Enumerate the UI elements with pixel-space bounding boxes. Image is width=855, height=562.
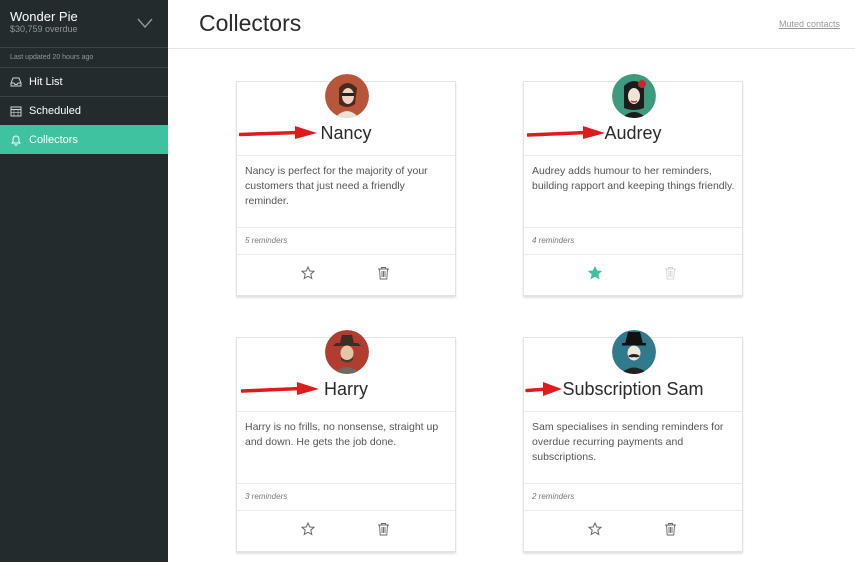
- divider: [524, 411, 742, 412]
- muted-contacts-link[interactable]: Muted contacts: [779, 19, 840, 29]
- avatar-nancy[interactable]: [325, 74, 369, 118]
- divider: [237, 254, 455, 255]
- divider: [524, 155, 742, 156]
- star-icon[interactable]: [301, 266, 315, 280]
- annotation-arrow: [239, 126, 317, 139]
- divider: [237, 510, 455, 511]
- collector-card-harry: Harry Harry is no frills, no nonsense, s…: [236, 330, 456, 552]
- org-name: Wonder Pie: [10, 9, 78, 24]
- reminder-count: 5 reminders: [245, 236, 288, 245]
- avatar-harry[interactable]: [325, 330, 369, 374]
- inbox-icon: [10, 77, 22, 87]
- collector-description: Sam specialises in sending reminders for…: [532, 421, 724, 463]
- divider: [524, 510, 742, 511]
- annotation-arrow: [527, 126, 605, 139]
- collector-description: Harry is no frills, no nonsense, straigh…: [245, 421, 439, 448]
- org-switcher[interactable]: Wonder Pie $30,759 overdue: [0, 0, 168, 48]
- sidebar-item-label: Collectors: [29, 134, 78, 146]
- divider: [237, 227, 455, 228]
- sidebar-item-label: Hit List: [29, 76, 63, 88]
- bell-icon: [10, 135, 22, 146]
- divider: [524, 483, 742, 484]
- annotation-arrow: [525, 382, 562, 396]
- reminder-count: 3 reminders: [245, 492, 288, 501]
- star-icon[interactable]: [588, 522, 602, 536]
- collector-description: Nancy is perfect for the majority of you…: [245, 165, 428, 207]
- page-title: Collectors: [199, 10, 302, 36]
- calendar-icon: [10, 106, 22, 117]
- collector-description: Audrey adds humour to her reminders, bui…: [532, 165, 735, 192]
- trash-icon: [665, 267, 676, 280]
- sidebar-item-label: Scheduled: [29, 105, 81, 117]
- divider: [524, 254, 742, 255]
- divider: [237, 411, 455, 412]
- collector-card-audrey: Audrey Audrey adds humour to her reminde…: [523, 74, 743, 296]
- star-icon[interactable]: [301, 522, 315, 536]
- trash-icon[interactable]: [664, 522, 677, 536]
- page-header: Collectors Muted contacts: [168, 0, 855, 49]
- chevron-down-icon[interactable]: [137, 17, 153, 29]
- avatar-subscription-sam[interactable]: [612, 330, 656, 374]
- trash-icon[interactable]: [377, 522, 390, 536]
- reminder-count: 4 reminders: [532, 236, 575, 245]
- star-filled-icon[interactable]: [588, 266, 602, 280]
- sidebar-item-hit-list[interactable]: Hit List: [0, 67, 168, 96]
- org-overdue-amount: $30,759 overdue: [10, 24, 78, 34]
- avatar-audrey[interactable]: [612, 74, 656, 118]
- divider: [237, 155, 455, 156]
- trash-icon[interactable]: [377, 266, 390, 280]
- reminder-count: 2 reminders: [532, 492, 575, 501]
- sidebar-item-collectors[interactable]: Collectors: [0, 125, 168, 154]
- last-updated-text: Last updated 20 hours ago: [10, 54, 94, 61]
- divider: [524, 227, 742, 228]
- annotation-arrow: [241, 382, 319, 395]
- collector-card-subscription-sam: Subscription Sam Sam specialises in send…: [523, 330, 743, 552]
- sidebar: Wonder Pie $30,759 overdue Last updated …: [0, 0, 168, 562]
- collector-card-nancy: Nancy Nancy is perfect for the majority …: [236, 74, 456, 296]
- sidebar-item-scheduled[interactable]: Scheduled: [0, 96, 168, 125]
- divider: [237, 483, 455, 484]
